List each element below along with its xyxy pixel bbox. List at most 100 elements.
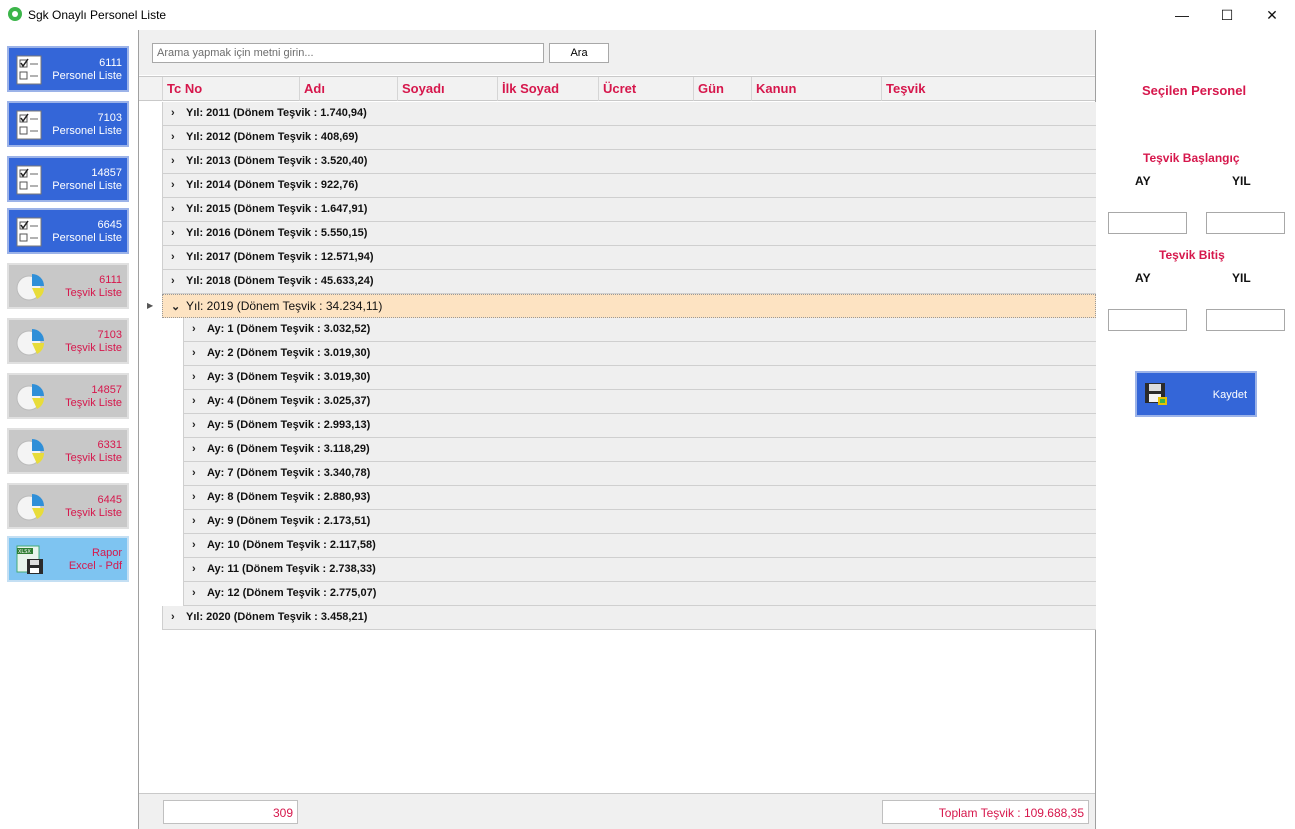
chevron-right-icon[interactable]: ›: [171, 107, 175, 119]
chevron-right-icon[interactable]: ›: [192, 563, 196, 575]
column-header[interactable]: Kanun: [751, 77, 881, 101]
sidebar-button-line1: 14857: [91, 167, 122, 179]
chevron-right-icon[interactable]: ›: [192, 347, 196, 359]
month-row[interactable]: › Ay: 2 (Dönem Teşvik : 3.019,30): [183, 342, 1096, 366]
app-icon: [8, 7, 22, 21]
start-month-label: AY: [1135, 174, 1151, 188]
chevron-right-icon[interactable]: ›: [171, 179, 175, 191]
group-row[interactable]: › Yıl: 2014 (Dönem Teşvik : 922,76): [162, 174, 1096, 198]
month-row-label: Ay: 9 (Dönem Teşvik : 2.173,51): [207, 515, 371, 527]
sidebar-button-line2: Teşvik Liste: [65, 507, 122, 519]
chevron-right-icon[interactable]: ›: [192, 323, 196, 335]
chevron-right-icon[interactable]: ›: [171, 251, 175, 263]
chevron-right-icon[interactable]: ›: [171, 155, 175, 167]
group-row-label: Yıl: 2016 (Dönem Teşvik : 5.550,15): [186, 227, 368, 239]
month-row[interactable]: › Ay: 4 (Dönem Teşvik : 3.025,37): [183, 390, 1096, 414]
minimize-button[interactable]: —: [1159, 0, 1205, 30]
month-row[interactable]: › Ay: 6 (Dönem Teşvik : 3.118,29): [183, 438, 1096, 462]
sidebar-button-8[interactable]: 6445 Teşvik Liste: [7, 483, 129, 529]
column-header[interactable]: Tc No: [162, 77, 299, 101]
sidebar-button-line1: 6111: [99, 274, 122, 286]
group-row[interactable]: › Yıl: 2012 (Dönem Teşvik : 408,69): [162, 126, 1096, 150]
chevron-right-icon[interactable]: ›: [171, 611, 175, 623]
column-header[interactable]: Adı: [299, 77, 397, 101]
chevron-right-icon[interactable]: ›: [192, 419, 196, 431]
month-row[interactable]: › Ay: 10 (Dönem Teşvik : 2.117,58): [183, 534, 1096, 558]
month-row-label: Ay: 7 (Dönem Teşvik : 3.340,78): [207, 467, 371, 479]
column-header[interactable]: İlk Soyad: [497, 77, 598, 101]
chevron-right-icon[interactable]: ›: [192, 539, 196, 551]
column-header[interactable]: Soyadı: [397, 77, 497, 101]
start-label: Teşvik Başlangıç: [1143, 151, 1240, 165]
group-row-label: Yıl: 2019 (Dönem Teşvik : 34.234,11): [186, 299, 383, 313]
pie-chart-icon: [16, 384, 45, 411]
month-row-label: Ay: 1 (Dönem Teşvik : 3.032,52): [207, 323, 371, 335]
chevron-right-icon[interactable]: ›: [192, 587, 196, 599]
group-row-label: Yıl: 2011 (Dönem Teşvik : 1.740,94): [186, 107, 367, 119]
title-bar: Sgk Onaylı Personel Liste — ☐ ✕: [0, 0, 1295, 30]
column-header[interactable]: Ücret: [598, 77, 693, 101]
month-row-label: Ay: 4 (Dönem Teşvik : 3.025,37): [207, 395, 371, 407]
chevron-right-icon[interactable]: ›: [171, 203, 175, 215]
sidebar-button-line1: 6445: [97, 494, 122, 506]
chevron-right-icon[interactable]: ›: [192, 443, 196, 455]
sidebar-button-5[interactable]: 7103 Teşvik Liste: [7, 318, 129, 364]
chevron-right-icon[interactable]: ›: [192, 395, 196, 407]
sidebar-button-label: 7103 Personel Liste: [52, 112, 122, 138]
group-row[interactable]: › Yıl: 2011 (Dönem Teşvik : 1.740,94): [162, 102, 1096, 126]
month-row[interactable]: › Ay: 11 (Dönem Teşvik : 2.738,33): [183, 558, 1096, 582]
chevron-down-icon[interactable]: ⌄: [171, 300, 180, 313]
group-row-label: Yıl: 2020 (Dönem Teşvik : 3.458,21): [186, 611, 368, 623]
save-button[interactable]: Kaydet: [1135, 371, 1257, 417]
group-row[interactable]: › Yıl: 2015 (Dönem Teşvik : 1.647,91): [162, 198, 1096, 222]
month-row-label: Ay: 11 (Dönem Teşvik : 2.738,33): [207, 563, 376, 575]
group-row[interactable]: › Yıl: 2017 (Dönem Teşvik : 12.571,94): [162, 246, 1096, 270]
end-year-field[interactable]: [1206, 309, 1285, 331]
sidebar-button-line1: 7103: [97, 112, 122, 124]
column-header[interactable]: Teşvik: [881, 77, 1095, 101]
sidebar-button-2[interactable]: 14857 Personel Liste: [7, 156, 129, 202]
maximize-button[interactable]: ☐: [1204, 0, 1250, 30]
group-row[interactable]: ⌄ Yıl: 2019 (Dönem Teşvik : 34.234,11): [162, 294, 1096, 318]
sidebar-button-7[interactable]: 6331 Teşvik Liste: [7, 428, 129, 474]
xlsx-save-icon: XLSX: [16, 545, 43, 574]
chevron-right-icon[interactable]: ›: [171, 131, 175, 143]
start-year-field[interactable]: [1206, 212, 1285, 234]
month-row[interactable]: › Ay: 9 (Dönem Teşvik : 2.173,51): [183, 510, 1096, 534]
month-row[interactable]: › Ay: 5 (Dönem Teşvik : 2.993,13): [183, 414, 1096, 438]
group-row[interactable]: › Yıl: 2013 (Dönem Teşvik : 3.520,40): [162, 150, 1096, 174]
month-row-label: Ay: 5 (Dönem Teşvik : 2.993,13): [207, 419, 371, 431]
chevron-right-icon[interactable]: ›: [192, 491, 196, 503]
group-row[interactable]: › Yıl: 2016 (Dönem Teşvik : 5.550,15): [162, 222, 1096, 246]
sidebar-button-3[interactable]: 6645 Personel Liste: [7, 208, 129, 254]
start-month-field[interactable]: [1108, 212, 1187, 234]
sidebar-button-6[interactable]: 14857 Teşvik Liste: [7, 373, 129, 419]
checklist-icon: [16, 55, 42, 85]
chevron-right-icon[interactable]: ›: [192, 515, 196, 527]
sidebar-button-9[interactable]: XLSX Rapor Excel - Pdf: [7, 536, 129, 582]
chevron-right-icon[interactable]: ›: [192, 467, 196, 479]
pie-chart-icon: [16, 494, 45, 521]
chevron-right-icon[interactable]: ›: [171, 227, 175, 239]
column-header[interactable]: Gün: [693, 77, 751, 101]
sidebar-button-0[interactable]: 6111 Personel Liste: [7, 46, 129, 92]
group-row[interactable]: › Yıl: 2020 (Dönem Teşvik : 3.458,21): [162, 606, 1096, 630]
sidebar-button-1[interactable]: 7103 Personel Liste: [7, 101, 129, 147]
chevron-right-icon[interactable]: ›: [192, 371, 196, 383]
search-input[interactable]: Arama yapmak için metni girin...: [152, 43, 544, 63]
month-row[interactable]: › Ay: 3 (Dönem Teşvik : 3.019,30): [183, 366, 1096, 390]
month-row-label: Ay: 6 (Dönem Teşvik : 3.118,29): [207, 443, 370, 455]
month-row[interactable]: › Ay: 12 (Dönem Teşvik : 2.775,07): [183, 582, 1096, 606]
sidebar-button-4[interactable]: 6111 Teşvik Liste: [7, 263, 129, 309]
chevron-right-icon[interactable]: ›: [171, 275, 175, 287]
sidebar-button-line2: Teşvik Liste: [65, 397, 122, 409]
end-month-field[interactable]: [1108, 309, 1187, 331]
pie-chart-icon: [16, 439, 45, 466]
group-row[interactable]: › Yıl: 2018 (Dönem Teşvik : 45.633,24): [162, 270, 1096, 294]
month-row[interactable]: › Ay: 1 (Dönem Teşvik : 3.032,52): [183, 318, 1096, 342]
month-row[interactable]: › Ay: 7 (Dönem Teşvik : 3.340,78): [183, 462, 1096, 486]
grid-header: Tc No Adı Soyadı İlk Soyad Ücret Gün Kanun Teşv…: [139, 76, 1095, 101]
month-row[interactable]: › Ay: 8 (Dönem Teşvik : 2.880,93): [183, 486, 1096, 510]
close-button[interactable]: ✕: [1249, 0, 1295, 30]
search-button[interactable]: Ara: [549, 43, 609, 63]
